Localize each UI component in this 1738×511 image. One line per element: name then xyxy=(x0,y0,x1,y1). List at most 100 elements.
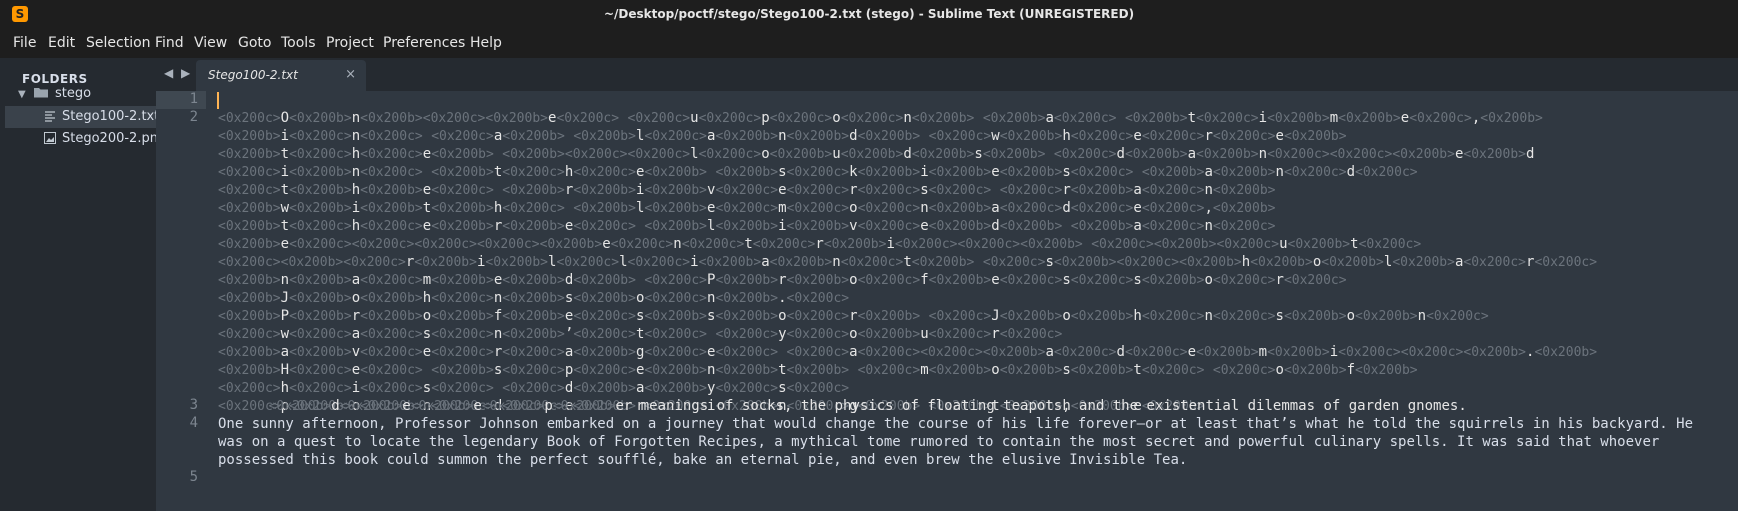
zero-width-char: <0x200b> xyxy=(1070,363,1134,378)
zero-width-char: <0x200c> xyxy=(715,183,779,198)
visible-char: i xyxy=(280,164,290,180)
menu-view[interactable]: View xyxy=(194,35,227,51)
zero-width-char: <0x200c> xyxy=(786,309,850,324)
visible-char: h xyxy=(493,200,503,216)
zero-width-char: <0x200b> xyxy=(218,237,281,252)
zero-width-char: <0x200c> xyxy=(481,399,545,414)
zero-width-char: <0x200c> xyxy=(920,345,983,360)
menu-help[interactable]: Help xyxy=(470,35,502,51)
menu-find[interactable]: Find xyxy=(155,35,184,51)
zero-width-char: <0x200c> xyxy=(1400,345,1464,360)
zero-width-char: <0x200b> xyxy=(644,183,707,198)
zero-width-char: <0x200b> xyxy=(218,291,281,306)
zero-width-char: <0x200c> xyxy=(1141,201,1205,216)
zero-width-char: <0x200c> xyxy=(573,363,636,378)
zero-width-char: <0x200b> xyxy=(644,363,707,378)
zero-width-char: <0x200b> xyxy=(218,273,281,288)
tab-stego100[interactable]: Stego100-2.txt × xyxy=(196,60,366,91)
zero-width-char: <0x200b> xyxy=(999,165,1063,180)
visible-char: f xyxy=(1346,362,1355,378)
zero-width-char: <0x200c> xyxy=(431,291,494,306)
visible-char: d xyxy=(849,128,858,144)
visible-char: e xyxy=(493,272,503,288)
visible-char: f xyxy=(493,308,503,324)
zero-width-char: <0x200c> xyxy=(431,345,494,360)
visible-char: d xyxy=(1116,146,1125,162)
line-number: 5 xyxy=(189,469,198,485)
zero-width-char: <0x200c> xyxy=(698,147,762,162)
editor-pane[interactable]: 1 2 3 4 5 <0x200c>O<0x200b>n<0x200b><0x2… xyxy=(156,91,1738,511)
menu-goto[interactable]: Goto xyxy=(238,35,271,51)
visible-char xyxy=(1083,236,1091,252)
wrapped-row: <0x200b>J<0x200b>o<0x200b>h<0x200c>n<0x2… xyxy=(218,289,849,308)
zero-width-char: <0x200c> xyxy=(1141,309,1205,324)
visible-char: h xyxy=(351,146,361,162)
menu-edit[interactable]: Edit xyxy=(48,35,75,51)
visible-char: , xyxy=(1204,200,1213,216)
sidebar-file-stego100[interactable]: Stego100-2.txt xyxy=(5,106,156,128)
zero-width-char: <0x200c> xyxy=(289,147,352,162)
visible-char: d xyxy=(331,398,340,414)
visible-char: w xyxy=(991,128,1000,144)
visible-char: O xyxy=(280,110,290,126)
menu-tools[interactable]: Tools xyxy=(281,35,316,51)
visible-char: h xyxy=(1062,128,1071,144)
zero-width-char: <0x200c> xyxy=(1141,183,1205,198)
text-cursor xyxy=(217,92,219,109)
visible-char: o xyxy=(1346,308,1355,324)
visible-char: e xyxy=(1133,200,1142,216)
wrapped-row: <0x200b>e<0x200c><0x200c><0x200c><0x200c… xyxy=(218,235,1421,254)
zero-width-char: <0x200b> xyxy=(1053,255,1117,270)
disclosure-triangle-icon[interactable]: ▼ xyxy=(18,89,26,100)
zero-width-char: <0x200b> xyxy=(1392,147,1455,162)
wrapped-row: <0x200c>i<0x200b>n<0x200c> <0x200b>t<0x2… xyxy=(218,163,1418,182)
zero-width-char: <0x200b> xyxy=(218,129,281,144)
zero-width-char: <0x200c> xyxy=(644,327,707,342)
close-icon[interactable]: × xyxy=(345,67,356,82)
zero-width-char: <0x200b> xyxy=(1212,201,1276,216)
menu-file[interactable]: File xyxy=(13,35,36,51)
zero-width-char: <0x200c> xyxy=(431,327,494,342)
zero-width-char: <0x200b> xyxy=(218,363,281,378)
zero-width-char: <0x200b> xyxy=(1338,111,1401,126)
visible-char: o xyxy=(1312,254,1322,270)
visible-char: n xyxy=(351,128,361,144)
wrapped-row: <0x200b>w<0x200b>i<0x200b>t<0x200b>h<0x2… xyxy=(218,199,1276,218)
tab-nav-arrows-icon[interactable]: ◀ ▶ xyxy=(164,66,192,80)
zero-width-char: <0x200b> xyxy=(218,201,281,216)
menu-project[interactable]: Project xyxy=(326,35,374,51)
visible-char: o xyxy=(849,200,858,216)
menu-selection[interactable]: Selection xyxy=(86,35,151,51)
zero-width-char: <0x200c> xyxy=(982,255,1046,270)
visible-char: s xyxy=(1275,308,1284,324)
zero-width-char: <0x200c> xyxy=(681,237,745,252)
zero-width-char: <0x200b> xyxy=(502,327,565,342)
zero-width-char: <0x200b> xyxy=(823,237,887,252)
zero-width-char: <0x200c> xyxy=(1212,219,1276,234)
visible-char: n xyxy=(351,110,361,126)
zero-width-char: <0x200b> xyxy=(280,255,344,270)
wrapped-row: <0x200b>P<0x200b>r<0x200b>o<0x200b>f<0x2… xyxy=(218,307,1489,326)
menu-bar: File Edit Selection Find View Goto Tools… xyxy=(0,29,1738,58)
zero-width-char: <0x200c> xyxy=(999,183,1063,198)
zero-width-char: <0x200c> xyxy=(644,273,707,288)
line-number: 1 xyxy=(189,91,198,107)
visible-char: a xyxy=(1045,344,1054,360)
zero-width-char: <0x200b> xyxy=(431,201,494,216)
line-number: 2 xyxy=(189,109,198,125)
zero-width-char: <0x200c> xyxy=(573,219,636,234)
visible-char xyxy=(423,362,431,378)
visible-char: o xyxy=(991,362,1000,378)
zero-width-char: <0x200b> xyxy=(1355,363,1418,378)
zero-width-char: <0x200c> xyxy=(1053,345,1117,360)
visible-char: n xyxy=(1258,146,1268,162)
visible-char: n xyxy=(1417,308,1427,324)
menu-preferences[interactable]: Preferences xyxy=(383,35,465,51)
zero-width-char: <0x200b> xyxy=(1070,309,1134,324)
sidebar-file-stego200[interactable]: Stego200-2.png xyxy=(5,128,156,150)
visible-char: r xyxy=(991,326,1000,342)
zero-width-char: <0x200b> xyxy=(786,129,850,144)
visible-char: m xyxy=(778,200,787,216)
visible-char: p xyxy=(544,398,553,414)
sidebar-folder-stego[interactable]: ▼ stego xyxy=(18,86,156,104)
